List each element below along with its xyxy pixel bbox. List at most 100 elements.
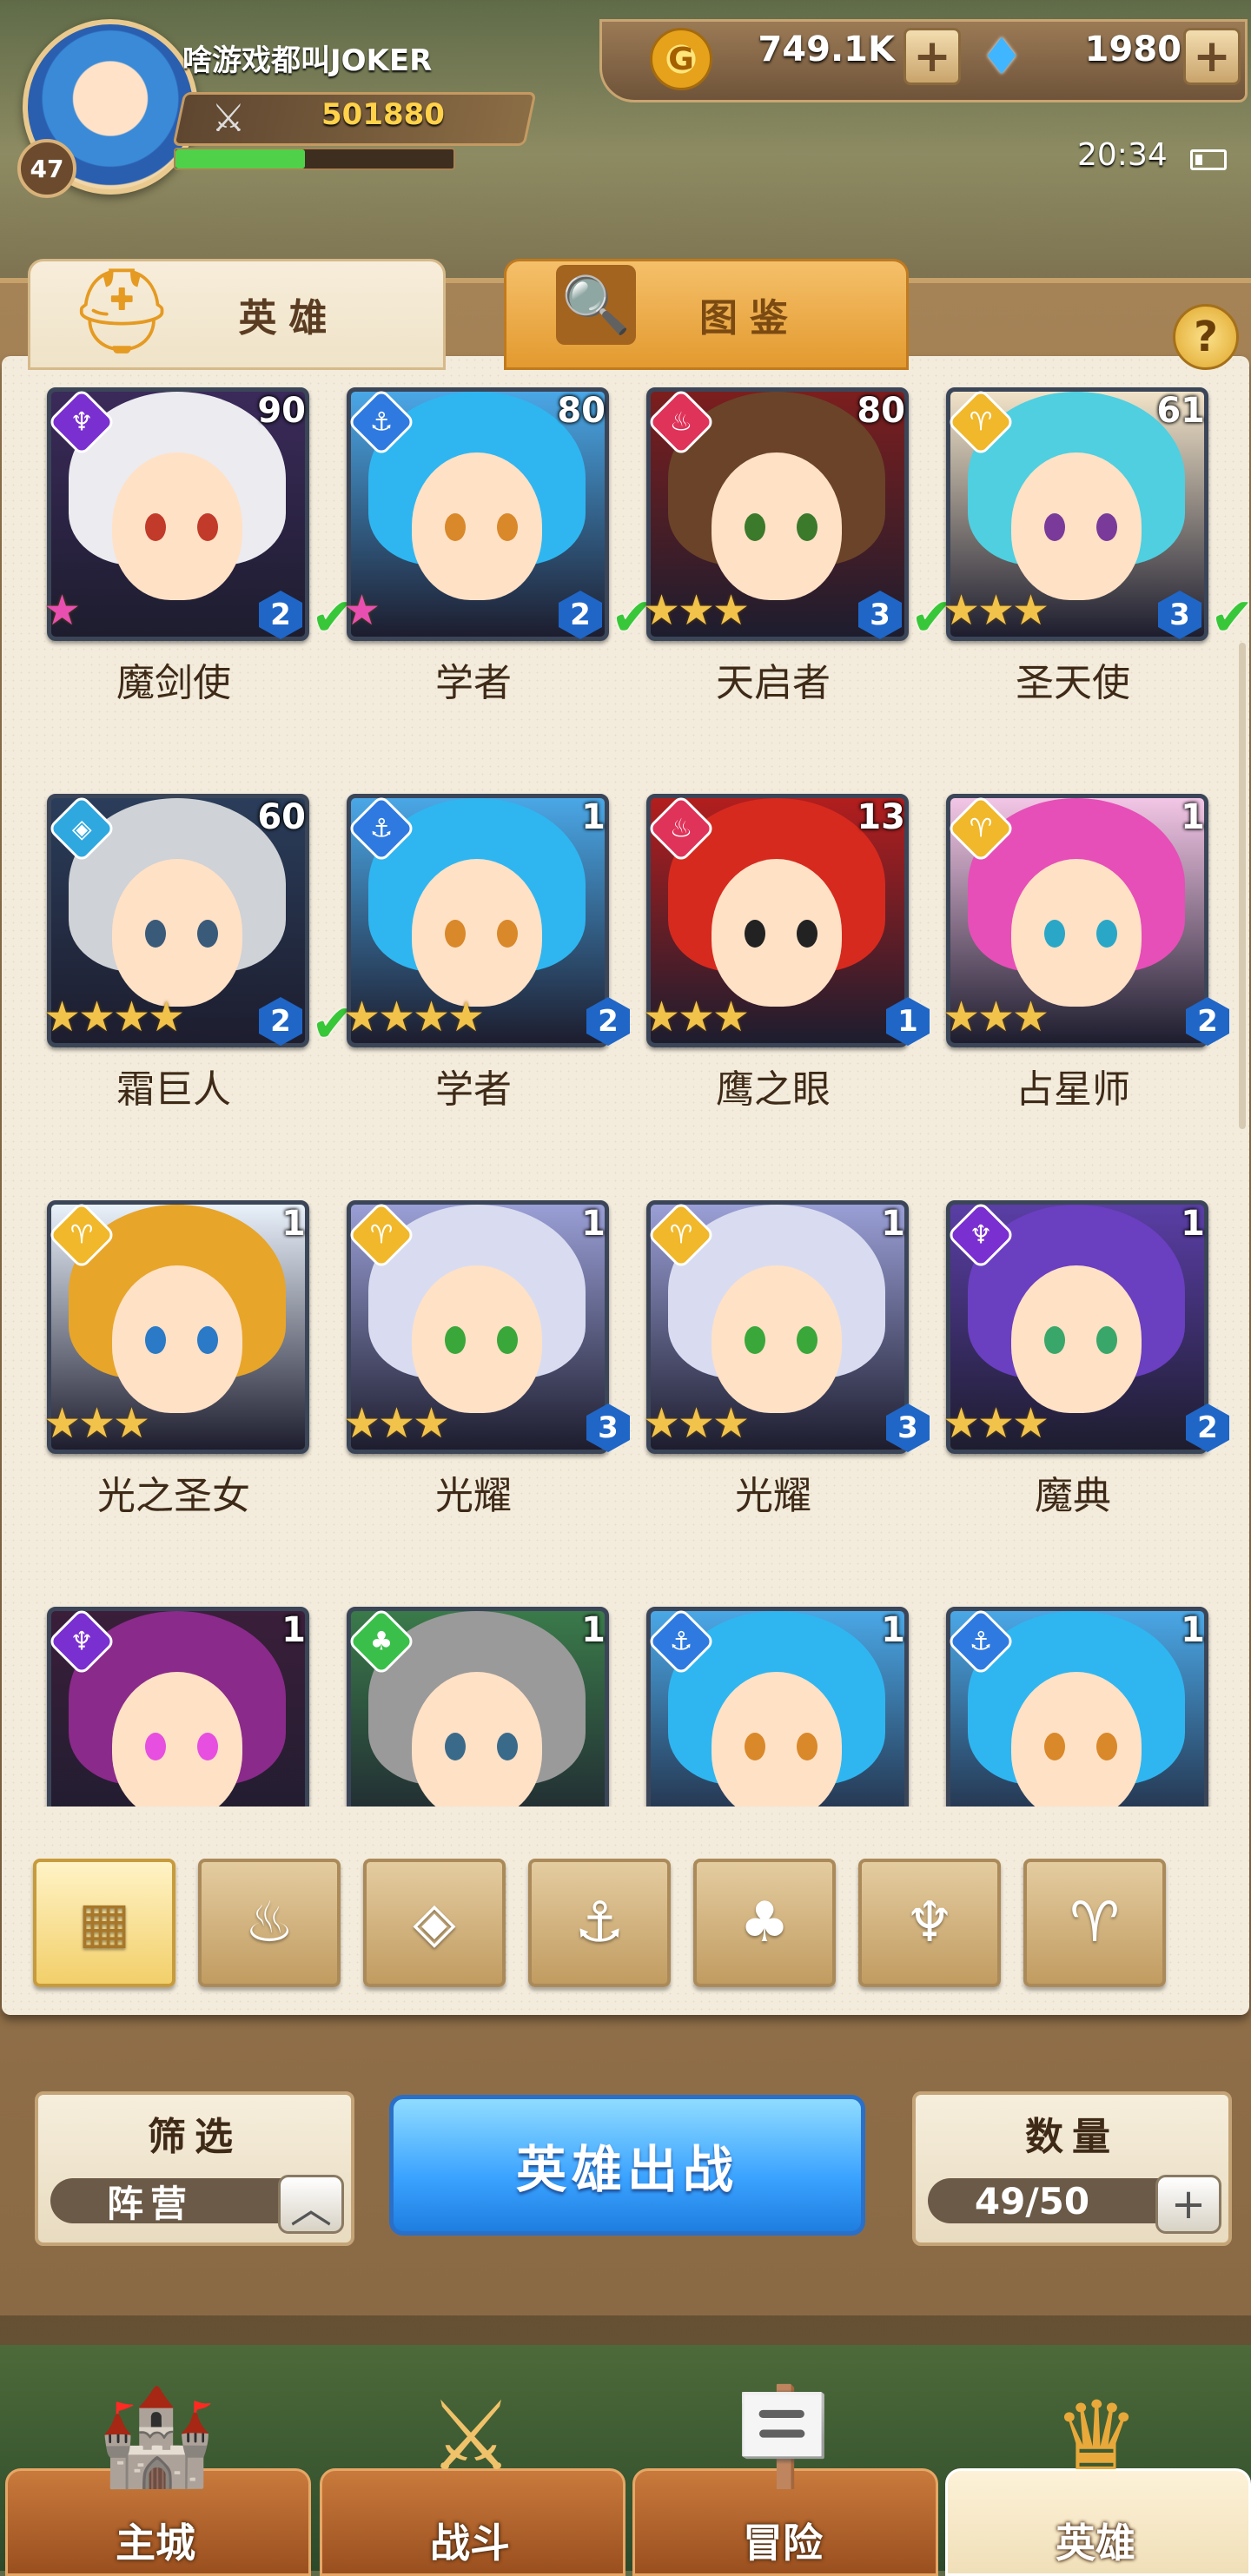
- hero-level: 1: [1181, 797, 1205, 837]
- star-icon: ★: [413, 1399, 451, 1448]
- expand-slots-button[interactable]: +: [1155, 2175, 1221, 2234]
- hero-stars: ★ ★ ★: [643, 993, 750, 1041]
- hero-card[interactable]: ◈ 60 ★ ★ ★ ★ 2 ✔ 霜巨人: [2, 780, 354, 1112]
- hero-name: 魔典: [1035, 1474, 1111, 1518]
- hero-card[interactable]: ⚓ 1: [901, 1593, 1208, 1807]
- check-icon: ✔: [1210, 587, 1249, 648]
- hero-stars: ★: [43, 590, 81, 634]
- hero-level: 90: [257, 391, 306, 431]
- star-icon: ★: [678, 586, 716, 635]
- rainbow-star-icon: ★: [43, 586, 82, 635]
- dark-filter-button[interactable]: ♆: [858, 1859, 1001, 1987]
- star-icon: ★: [43, 1399, 82, 1448]
- star-icon: ★: [148, 993, 186, 1041]
- xp-fill: [175, 149, 305, 168]
- hero-card[interactable]: ⚓ 80 ★ 2 ✔ 学者: [301, 373, 654, 705]
- hero-name: 学者: [435, 1067, 512, 1112]
- signpost-icon: 🪧: [724, 2380, 844, 2492]
- nav-label: 战斗: [430, 2520, 510, 2566]
- star-icon: ★: [977, 1399, 1016, 1448]
- star-icon: ★: [43, 993, 82, 1041]
- hero-name: 鹰之眼: [716, 1067, 831, 1112]
- star-icon: ★: [1012, 586, 1050, 635]
- star-icon: ★: [943, 1399, 981, 1448]
- crest-icon: ♛: [1053, 2381, 1140, 2492]
- count-title: 数量: [1025, 2115, 1119, 2159]
- hero-stars: ★: [343, 586, 381, 635]
- hero-card[interactable]: ♆ 90 ★ 2 ✔ 魔剑使: [2, 373, 354, 705]
- hero-card[interactable]: ♣ 1: [301, 1593, 609, 1807]
- swords-icon: ⚔: [427, 2381, 514, 2492]
- hero-stars: ★ ★ ★: [643, 586, 750, 635]
- hero-card[interactable]: ♈ 1 ★ ★ ★ 3 光耀: [601, 1186, 930, 1518]
- nature-filter-button[interactable]: ♣: [693, 1859, 836, 1987]
- hero-name: 光耀: [435, 1474, 512, 1518]
- hero-level: 1: [581, 1204, 606, 1244]
- star-icon: ★: [1012, 1399, 1050, 1448]
- water-filter-button[interactable]: ⚓: [528, 1859, 671, 1987]
- hero-level: 1: [1181, 1204, 1205, 1244]
- rainbow-star-icon: ★: [343, 586, 381, 635]
- hero-card[interactable]: ⚓ 1: [601, 1593, 909, 1807]
- count-box: 数量 49/50 +: [912, 2091, 1232, 2246]
- hero-card[interactable]: ♈ 1 ★ ★ ★ 光之圣女: [2, 1186, 309, 1518]
- power-icon: ⚔: [211, 96, 246, 141]
- hero-card[interactable]: ♆ 1: [2, 1593, 309, 1807]
- hero-card[interactable]: ♨ 80 ★ ★ ★ 3 ✔ 天启者: [601, 373, 954, 705]
- hero-card[interactable]: ♨ 13 ★ ★ ★ 1 鹰之眼: [601, 780, 930, 1112]
- scrollbar[interactable]: [1239, 643, 1246, 1129]
- hero-stars: ★ ★ ★ ★: [43, 993, 185, 1041]
- battery-icon: [1190, 149, 1227, 170]
- star-icon: ★: [413, 993, 451, 1041]
- star-icon: ★: [643, 586, 681, 635]
- hero-level: 1: [881, 1610, 905, 1650]
- hero-level: 61: [1156, 391, 1205, 431]
- filter-select[interactable]: 阵营: [50, 2178, 311, 2225]
- star-icon: ★: [712, 993, 751, 1041]
- hero-level: 1: [581, 797, 606, 837]
- hero-card[interactable]: ♈ 61 ★ ★ ★ 3 ✔ 圣天使: [901, 373, 1249, 705]
- ice-filter-button[interactable]: ◈: [363, 1859, 506, 1987]
- star-icon: ★: [977, 586, 1016, 635]
- star-icon: ★: [343, 1399, 381, 1448]
- nav-label: 主城: [116, 2520, 195, 2566]
- star-icon: ★: [643, 993, 681, 1041]
- hero-level: 1: [881, 1204, 905, 1244]
- hero-name: 光之圣女: [97, 1474, 250, 1518]
- hero-level: 60: [257, 797, 306, 837]
- star-icon: ★: [113, 993, 151, 1041]
- gold-coin-icon: G: [650, 28, 712, 90]
- star-icon: ★: [378, 1399, 416, 1448]
- player-level-badge: 47: [17, 139, 76, 198]
- fire-filter-button[interactable]: ♨: [198, 1859, 341, 1987]
- hero-stars: ★ ★ ★: [943, 586, 1050, 635]
- filter-box: 筛选 阵营 ︿: [35, 2091, 354, 2246]
- tab-heroes-label: 英雄: [238, 296, 340, 340]
- chevron-up-icon[interactable]: ︿: [278, 2175, 344, 2234]
- star-icon: ★: [678, 1399, 716, 1448]
- hero-card[interactable]: ⚓ 1 ★ ★ ★ ★ 2 学者: [301, 780, 630, 1112]
- add-gems-button[interactable]: +: [1183, 28, 1241, 85]
- player-power: 501880: [321, 97, 445, 132]
- hero-name: 魔剑使: [116, 661, 231, 705]
- star-icon: ★: [78, 1399, 116, 1448]
- hero-stars: ★ ★ ★ ★: [343, 993, 485, 1041]
- light-filter-button[interactable]: ♈: [1023, 1859, 1166, 1987]
- all-filter-button[interactable]: ▦: [33, 1859, 175, 1987]
- star-icon: ★: [1012, 993, 1050, 1041]
- help-icon[interactable]: ?: [1173, 304, 1239, 370]
- star-icon: ★: [712, 1399, 751, 1448]
- nav-label: 冒险: [743, 2520, 823, 2566]
- hero-grid: ♆ 90 ★ 2 ✔ 魔剑使 ⚓ 80 ★ 2 ✔ 学者 ♨ 80 ★ ★ ★ 3 ✔ 天启者 ♈ 61 ★ ★ ★ 3 ✔ 圣…: [2, 373, 1249, 1807]
- hero-card[interactable]: ♈ 1 ★ ★ ★ 3 光耀: [301, 1186, 630, 1518]
- star-icon: ★: [943, 993, 981, 1041]
- hero-card[interactable]: ♈ 1 ★ ★ ★ 2 占星师: [901, 780, 1229, 1112]
- deploy-heroes-button[interactable]: 英雄出战: [389, 2095, 865, 2236]
- hero-card[interactable]: ♆ 1 ★ ★ ★ 2 魔典: [901, 1186, 1229, 1518]
- add-gold-button[interactable]: +: [904, 28, 961, 85]
- hero-stars: ★ ★ ★: [43, 1399, 150, 1448]
- star-icon: ★: [343, 993, 381, 1041]
- hero-name: 光耀: [735, 1474, 811, 1518]
- hero-name: 占星师: [1016, 1067, 1130, 1112]
- hero-stars: ★ ★ ★: [643, 1399, 750, 1448]
